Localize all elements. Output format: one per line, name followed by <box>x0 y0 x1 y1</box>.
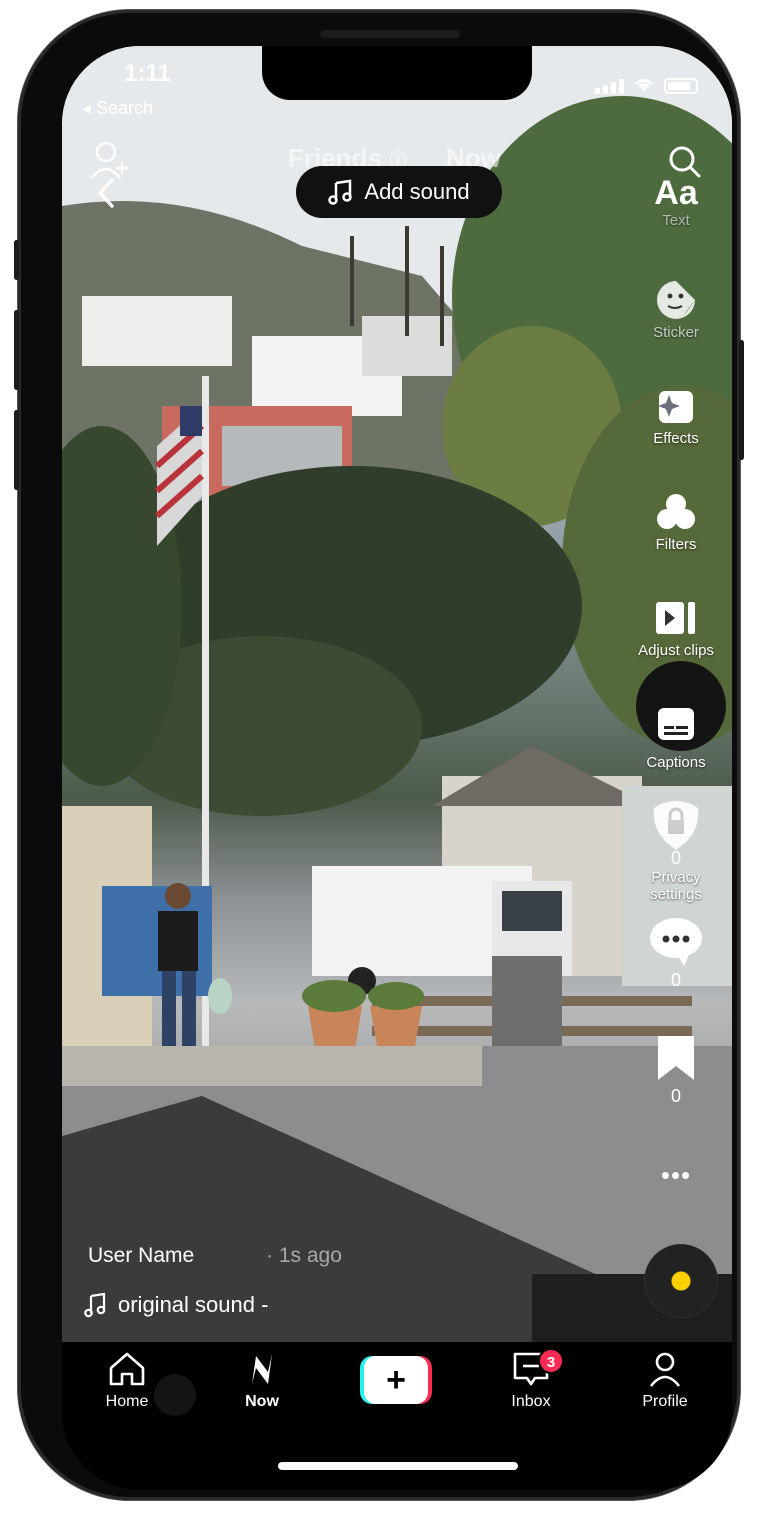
comment-icon <box>648 916 704 968</box>
back-arrow-icon[interactable] <box>92 176 120 210</box>
music-note-icon <box>84 1292 106 1318</box>
more-options-button[interactable]: ••• <box>624 1160 728 1191</box>
captions-icon <box>654 702 698 746</box>
battery-icon <box>664 78 698 94</box>
power-button <box>739 340 744 460</box>
text-tool-label: Text <box>662 212 690 229</box>
sound-disc-icon[interactable] <box>644 1244 718 1318</box>
bookmarks-count: 0 <box>670 1086 681 1106</box>
adjust-clips-icon <box>654 596 698 640</box>
text-tool-icon: Aa <box>654 174 698 212</box>
profile-icon <box>649 1352 681 1387</box>
notch <box>262 46 532 100</box>
sticker-label: Sticker <box>653 324 699 341</box>
adjust-clips-tool[interactable]: Adjust clips <box>624 596 728 659</box>
nav-profile-label: Profile <box>642 1393 688 1410</box>
effects-icon <box>654 384 698 428</box>
video-preview[interactable] <box>62 46 732 1342</box>
signal-icon <box>595 79 624 94</box>
video-scene-illustration <box>62 46 732 1342</box>
create-icon: + <box>364 1356 428 1404</box>
add-sound-button[interactable]: Add sound <box>296 166 502 218</box>
volume-down-button <box>14 410 19 490</box>
privacy-label-line1: Privacy <box>651 869 701 886</box>
privacy-settings-tool[interactable]: 0 Privacy settings <box>624 798 728 903</box>
home-icon <box>109 1352 145 1386</box>
comments-count: 0 <box>670 970 681 990</box>
inbox-badge: 3 <box>538 1348 564 1374</box>
bookmark-button[interactable]: 0 <box>624 1032 728 1107</box>
status-time: 1:11 <box>124 60 171 87</box>
volume-up-button <box>14 310 19 390</box>
sticker-tool[interactable]: Sticker <box>624 278 728 341</box>
sticker-icon <box>654 278 698 322</box>
create-button[interactable]: + <box>360 1356 432 1404</box>
screen: 1:11 ◂ Search Friends ⓘ Now Add sound Aa… <box>62 46 732 1490</box>
post-sound-label: original sound - <box>118 1292 269 1317</box>
captions-label: Captions <box>646 754 706 771</box>
nav-inbox[interactable]: Inbox <box>476 1350 586 1411</box>
nav-now[interactable]: Now <box>207 1350 317 1411</box>
home-indicator[interactable] <box>278 1462 518 1470</box>
text-tool[interactable]: Aa Text <box>624 174 728 229</box>
filters-icon <box>654 490 698 534</box>
silent-switch <box>14 240 19 280</box>
bookmark-icon <box>653 1032 699 1084</box>
privacy-lock-icon <box>648 798 704 850</box>
nav-profile[interactable]: Profile <box>610 1350 720 1411</box>
earpiece-speaker <box>320 30 460 38</box>
wifi-icon <box>635 79 653 92</box>
nav-now-label: Now <box>245 1393 279 1410</box>
post-sound[interactable]: original sound - <box>84 1292 268 1318</box>
post-username[interactable]: User Name <box>88 1244 194 1268</box>
phone-frame: 1:11 ◂ Search Friends ⓘ Now Add sound Aa… <box>14 10 744 1500</box>
now-icon <box>252 1354 272 1384</box>
privacy-label-line2: settings <box>650 886 702 903</box>
music-note-icon <box>328 179 353 205</box>
adjust-clips-label: Adjust clips <box>638 642 714 659</box>
back-to-search-link[interactable]: ◂ Search <box>82 98 153 119</box>
effects-tool[interactable]: Effects <box>624 384 728 447</box>
camera-dot <box>154 1374 196 1416</box>
comments-button[interactable]: 0 <box>624 916 728 991</box>
filters-label: Filters <box>655 536 697 553</box>
filters-tool[interactable]: Filters <box>624 490 728 553</box>
post-time-ago: · 1s ago <box>266 1244 342 1267</box>
add-sound-label: Add sound <box>364 179 470 204</box>
captions-tool[interactable]: Captions <box>624 702 728 771</box>
status-icons <box>595 76 698 94</box>
effects-label: Effects <box>653 430 699 447</box>
privacy-count: 0 <box>670 848 681 868</box>
nav-inbox-label: Inbox <box>511 1393 551 1410</box>
